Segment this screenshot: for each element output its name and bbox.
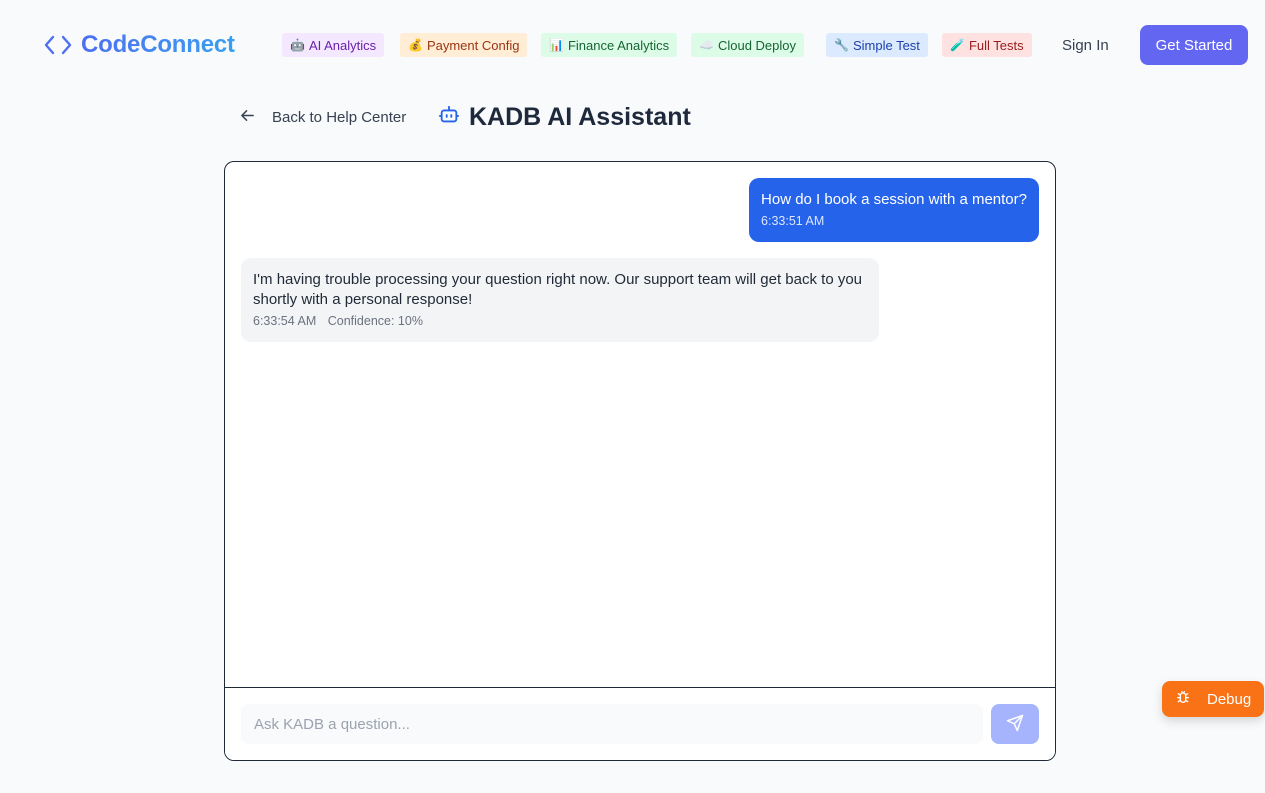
- message-timestamp: 6:33:51 AM: [761, 214, 825, 228]
- brand-name: CodeConnect: [81, 31, 235, 58]
- debug-label: Debug: [1207, 690, 1252, 708]
- brand-logo[interactable]: CodeConnect: [44, 30, 235, 60]
- top-navbar: CodeConnect 🤖 AI Analytics 💰 Payment Con…: [0, 0, 1265, 88]
- send-button[interactable]: [991, 704, 1039, 744]
- debug-button[interactable]: Debug: [1162, 681, 1264, 717]
- bot-icon: [438, 104, 460, 131]
- nav-label: Finance Analytics: [567, 37, 670, 53]
- nav-label: Payment Config: [426, 37, 520, 53]
- nav-label: Simple Test: [852, 37, 920, 53]
- nav-payment-config[interactable]: 💰 Payment Config: [400, 33, 528, 57]
- question-input[interactable]: [241, 704, 983, 744]
- arrow-left-icon: [240, 108, 255, 127]
- user-message: How do I book a session with a mentor? 6…: [749, 178, 1039, 242]
- nav-label: AI Analytics: [308, 37, 377, 53]
- code-brackets-icon: [44, 34, 72, 56]
- page-title: KADB AI Assistant: [469, 102, 691, 131]
- nav-full-tests[interactable]: 🧪 Full Tests: [942, 33, 1032, 57]
- message-text: How do I book a session with a mentor?: [761, 191, 1027, 208]
- nav-finance-analytics[interactable]: 📊 Finance Analytics: [541, 33, 678, 57]
- test-tube-icon: 🧪: [950, 38, 965, 52]
- wrench-icon: 🔧: [834, 38, 849, 52]
- robot-icon: 🤖: [290, 38, 305, 52]
- bar-chart-icon: 📊: [549, 38, 564, 52]
- message-meta: 6:33:54 AM Confidence: 10%: [253, 312, 867, 330]
- message-list[interactable]: How do I book a session with a mentor? 6…: [225, 162, 1055, 688]
- confidence-score: Confidence: 10%: [327, 314, 423, 328]
- assistant-message: I'm having trouble processing your quest…: [241, 258, 879, 342]
- back-link-label: Back to Help Center: [272, 108, 407, 126]
- page-header: KADB AI Assistant: [438, 100, 691, 134]
- nav-ai-analytics[interactable]: 🤖 AI Analytics: [282, 33, 385, 57]
- message-composer: [225, 687, 1055, 760]
- nav-label: Full Tests: [968, 37, 1024, 53]
- nav-label: Cloud Deploy: [717, 37, 796, 53]
- get-started-button[interactable]: Get Started: [1140, 25, 1248, 65]
- back-to-help-center-link[interactable]: Back to Help Center: [240, 105, 406, 129]
- message-timestamp: 6:33:54 AM: [253, 314, 317, 328]
- message-text: I'm having trouble processing your quest…: [253, 271, 863, 308]
- sign-in-link[interactable]: Sign In: [1062, 33, 1109, 57]
- chat-panel: How do I book a session with a mentor? 6…: [224, 161, 1056, 761]
- money-bag-icon: 💰: [408, 38, 423, 52]
- bug-icon: [1175, 689, 1191, 709]
- nav-simple-test[interactable]: 🔧 Simple Test: [826, 33, 928, 57]
- cloud-icon: ☁️: [699, 38, 714, 52]
- send-icon: [1006, 714, 1024, 735]
- nav-cloud-deploy[interactable]: ☁️ Cloud Deploy: [691, 33, 804, 57]
